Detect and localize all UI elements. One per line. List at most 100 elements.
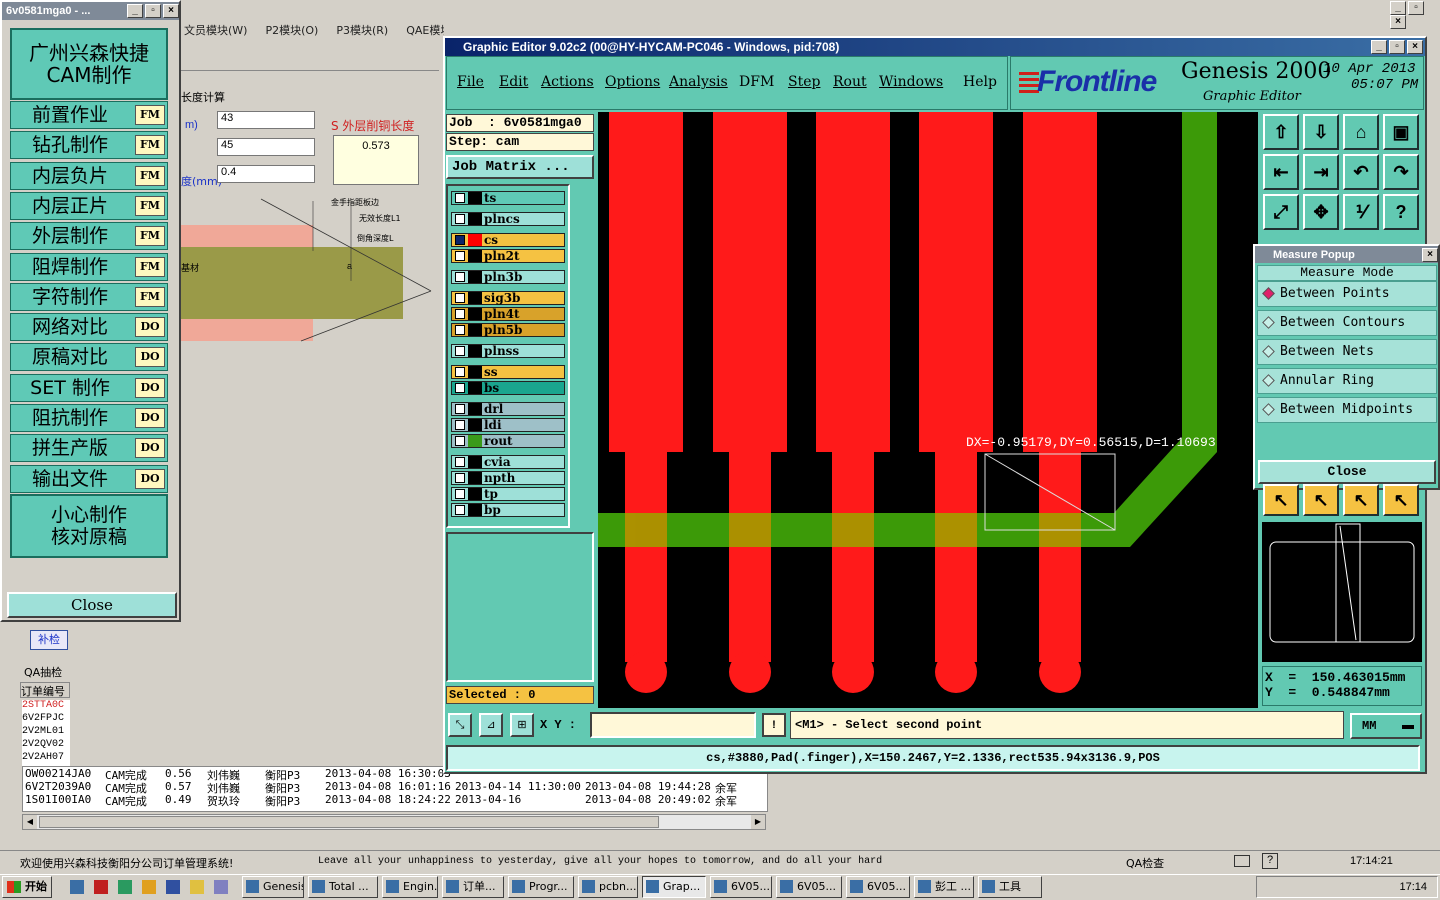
calc-field-1[interactable]: 43 (217, 111, 315, 129)
job-matrix-button[interactable]: Job Matrix ... (446, 155, 594, 179)
grid-icon[interactable]: ⊞ (510, 713, 534, 737)
cam-menu-tag[interactable]: FM (135, 195, 165, 216)
export-icon[interactable]: ⇧ (1263, 114, 1299, 150)
cam-menu-item[interactable]: 原稿对比 DO (10, 343, 168, 372)
cam-menu-item[interactable]: 阻焊制作 FM (10, 252, 168, 281)
menu-help[interactable]: Help (963, 74, 997, 90)
measure-icon[interactable]: ⊿ (479, 713, 503, 737)
restore-button[interactable]: ▫ (1408, 1, 1424, 15)
cam-menu-item[interactable]: 网络对比 DO (10, 313, 168, 342)
layer-row[interactable]: drl (451, 402, 565, 416)
layer-row[interactable]: pln5b (451, 323, 565, 337)
qa-code-item[interactable]: 6V2FPJC (22, 713, 70, 726)
measure-option[interactable]: Between Midpoints (1257, 397, 1437, 423)
bg-menu-item[interactable]: QAE模块(X) (406, 24, 444, 37)
minimize-button[interactable]: _ (1390, 1, 1406, 15)
layer-row[interactable]: pln3b (451, 270, 565, 284)
cam-menu-item[interactable]: 输出文件 DO (10, 464, 168, 493)
forward-icon[interactable]: ⇥ (1303, 154, 1339, 190)
cam-menu-tag[interactable]: FM (135, 105, 165, 125)
layer-row[interactable]: plncs (451, 212, 565, 226)
help-icon[interactable]: ? (1383, 194, 1419, 230)
cam-menu-item[interactable]: 内层正片 FM (10, 191, 168, 220)
measure-option[interactable]: Between Contours (1257, 310, 1437, 336)
calc-field-2[interactable]: 45 (217, 138, 315, 156)
minimize-button[interactable]: _ (1371, 40, 1387, 54)
minimize-button[interactable]: _ (127, 4, 143, 18)
measure-option[interactable]: Annular Ring (1257, 368, 1437, 394)
import-icon[interactable]: ⇩ (1303, 114, 1339, 150)
layer-checkbox[interactable] (455, 346, 465, 356)
layer-row[interactable]: ss (451, 365, 565, 379)
layer-checkbox[interactable] (455, 404, 465, 414)
bg-menu-item[interactable]: P3模块(R) (336, 24, 388, 37)
desktop-icon[interactable] (70, 880, 84, 894)
taskbar-task[interactable]: 彭工 ... (914, 876, 974, 898)
restore-button[interactable]: ▫ (145, 4, 161, 18)
cam-menu-tag[interactable]: DO (135, 468, 165, 489)
taskbar-task[interactable]: Progr... (508, 876, 574, 898)
menu-actions[interactable]: Actions (541, 74, 594, 90)
close-button[interactable]: × (1407, 40, 1423, 54)
zoom-fit-icon[interactable]: ⤢ (1263, 194, 1299, 230)
table-row[interactable]: 6V2T2039A0 CAM完成 0.57 刘伟巍 衡阳P3 2013-04-08 16:… (23, 780, 767, 795)
layer-checkbox[interactable] (455, 473, 465, 483)
layer-checkbox[interactable] (455, 251, 465, 261)
measure-option[interactable]: Between Points (1257, 281, 1437, 307)
menu-step[interactable]: Step (788, 74, 820, 90)
folder-icon[interactable] (190, 880, 204, 894)
table-row[interactable]: 1S01I00IA0 CAM完成 0.49 贺玖玲 衡阳P3 2013-04-08 18:… (23, 793, 767, 808)
layer-checkbox[interactable] (455, 272, 465, 282)
layer-checkbox[interactable] (455, 214, 465, 224)
layer-checkbox[interactable] (455, 325, 465, 335)
menu-analysis[interactable]: Analysis (669, 74, 728, 90)
menu-file[interactable]: File (457, 74, 484, 90)
help-icon[interactable]: ? (1262, 853, 1278, 869)
layer-checkbox[interactable] (455, 293, 465, 303)
back-icon[interactable]: ⇤ (1263, 154, 1299, 190)
layer-checkbox[interactable] (455, 457, 465, 467)
scroll-left-arrow[interactable]: ◀ (23, 815, 37, 829)
undo-icon[interactable]: ↶ (1343, 154, 1379, 190)
cam-menu-item[interactable]: 前置作业 FM (10, 101, 168, 129)
cam-menu-tag[interactable]: DO (135, 347, 165, 368)
cam-menu-tag[interactable]: DO (135, 317, 165, 338)
save-icon[interactable] (166, 880, 180, 894)
cam-menu-tag[interactable]: FM (135, 135, 165, 156)
taskbar-task[interactable]: Engin... (382, 876, 438, 898)
layer-row[interactable]: bs (451, 381, 565, 395)
layer-checkbox[interactable] (455, 436, 465, 446)
cam-menu-tag[interactable]: FM (135, 286, 165, 307)
layer-row[interactable]: rout (451, 434, 565, 448)
qa-code-item[interactable]: 2V2QV02 (22, 739, 70, 752)
cam-menu-tag[interactable]: DO (135, 377, 165, 398)
layer-row[interactable]: tp (451, 487, 565, 501)
layer-checkbox[interactable] (455, 309, 465, 319)
cam-menu-tag[interactable]: FM (135, 226, 165, 247)
zoom-center-icon[interactable]: ✥ (1303, 194, 1339, 230)
cam-menu-item[interactable]: 钻孔制作 FM (10, 131, 168, 160)
units-selector[interactable]: MM (1350, 713, 1422, 739)
menu-windows[interactable]: Windows (879, 74, 943, 90)
cam-menu-tag[interactable]: DO (135, 408, 165, 428)
layer-checkbox[interactable] (455, 489, 465, 499)
layer-checkbox[interactable] (455, 367, 465, 377)
redo-icon[interactable]: ↷ (1383, 154, 1419, 190)
cam-menu-item[interactable]: 字符制作 FM (10, 282, 168, 311)
edit-icon[interactable] (214, 880, 228, 894)
layer-checkbox[interactable] (455, 193, 465, 203)
menu-options[interactable]: Options (605, 74, 660, 90)
layer-row[interactable]: npth (451, 471, 565, 485)
layer-row[interactable]: pln2t (451, 249, 565, 263)
close-app-icon[interactable] (94, 880, 108, 894)
cam-menu-item[interactable]: 外层制作 FM (10, 222, 168, 251)
warning-icon[interactable]: ! (762, 713, 786, 737)
xy-input[interactable] (590, 712, 756, 738)
select-icon[interactable]: ↖ (1303, 484, 1339, 516)
menu-dfm[interactable]: DFM (739, 74, 774, 90)
taskbar-task[interactable]: 6V05... (846, 876, 910, 898)
bg-menu-item[interactable]: 文员模块(W) (184, 24, 247, 37)
qa-code-item[interactable]: 2STTA0C (22, 700, 70, 713)
restore-button[interactable]: ▫ (1389, 40, 1405, 54)
horizontal-scrollbar[interactable]: ◀ ▶ (22, 814, 766, 830)
